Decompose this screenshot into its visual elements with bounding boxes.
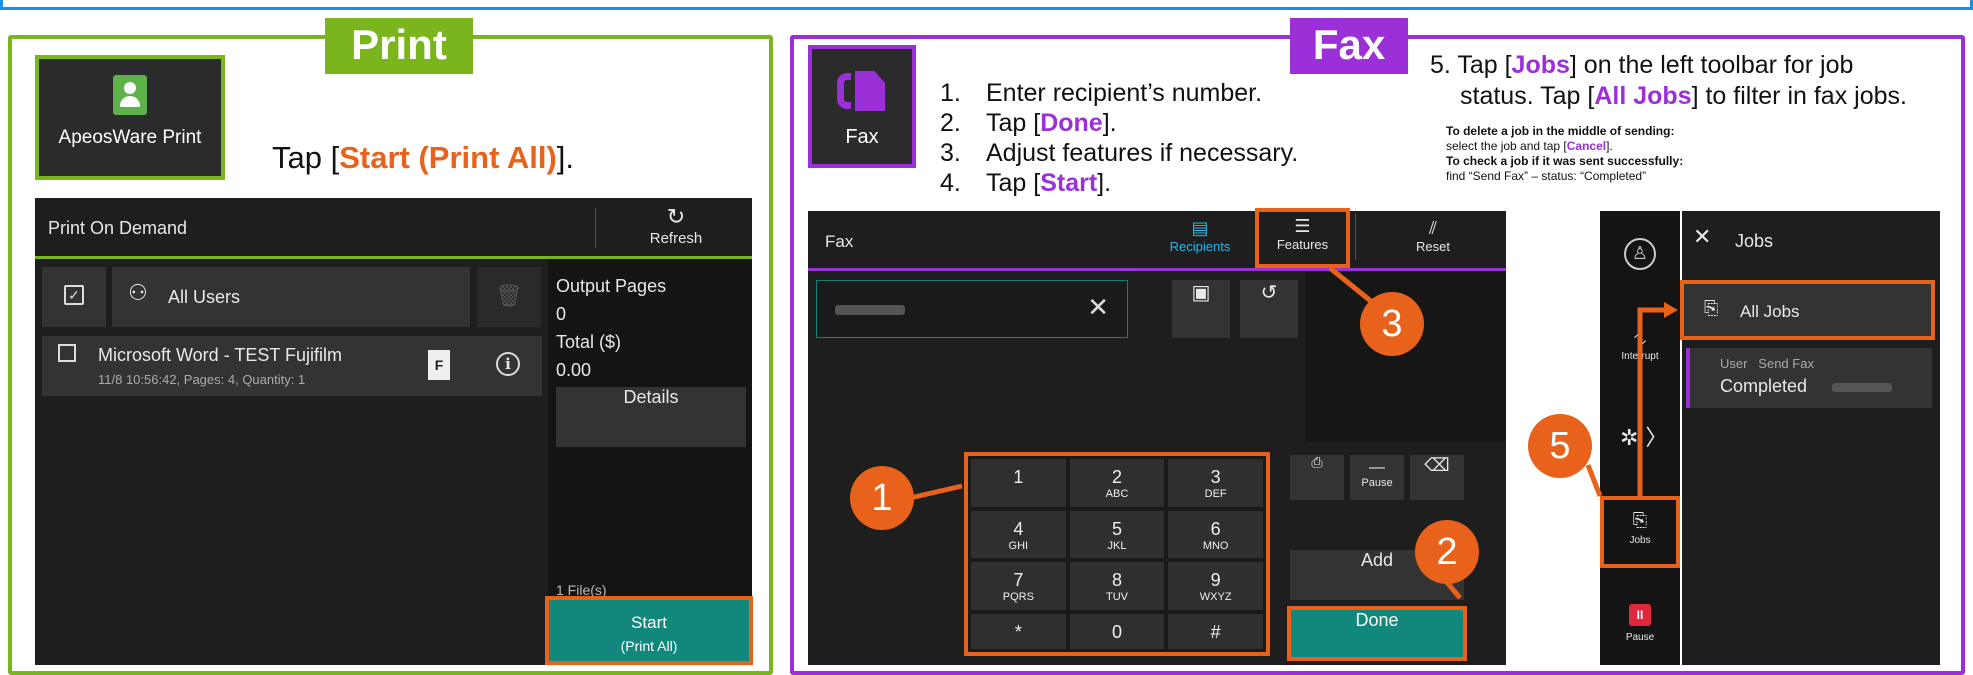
callout-1-line: [909, 483, 963, 501]
callout-5-arrow: [1637, 307, 1672, 496]
arrow-head: [1664, 302, 1678, 318]
callout-connectors: [909, 266, 1678, 600]
callout-5-line: [1585, 464, 1603, 497]
callout-5: 5: [1528, 414, 1592, 478]
callout-3: 3: [1360, 292, 1424, 356]
callout-1: 1: [850, 466, 914, 530]
callout-2: 2: [1415, 520, 1479, 584]
